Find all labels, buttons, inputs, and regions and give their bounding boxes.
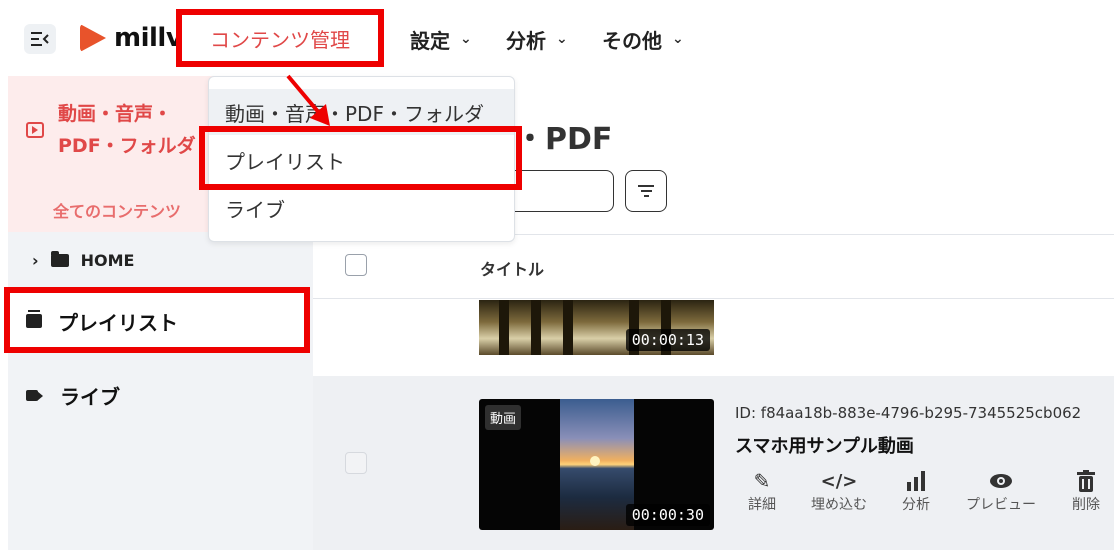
logo-play-icon: [80, 24, 106, 52]
video-camera-icon: [26, 389, 38, 401]
duration-badge: 00:00:13: [625, 329, 710, 351]
logo[interactable]: millv: [80, 20, 180, 56]
trash-icon: [1077, 468, 1095, 494]
dropdown-playlist-highlight-box: [199, 126, 522, 190]
top-header: millv コンテンツ管理 設定 ⌄ 分析 ⌄ その他 ⌄: [0, 0, 1114, 76]
page-title: ・PDF: [515, 122, 613, 157]
sidebar-item-home-label: HOME: [80, 250, 135, 270]
details-button[interactable]: ✎ 詳細: [722, 468, 802, 514]
content-type-badge: 動画: [485, 405, 522, 430]
sidebar-item-home[interactable]: › HOME: [32, 248, 134, 272]
nav-analytics-label: 分析: [506, 28, 546, 53]
content-title[interactable]: スマホ用サンプル動画: [735, 432, 914, 458]
thumbnail-detail: [590, 456, 600, 466]
nav-content-management[interactable]: コンテンツ管理: [176, 9, 384, 67]
sidebar-item-playlist[interactable]: プレイリスト: [26, 308, 178, 335]
nav-content-management-label: コンテンツ管理: [210, 27, 350, 52]
duration-badge: 00:00:30: [625, 504, 710, 526]
dropdown-item-live[interactable]: ライブ: [209, 185, 514, 231]
table-divider: [313, 298, 1114, 299]
annotation-arrow-icon: [286, 74, 330, 126]
chevron-down-icon: ⌄: [556, 31, 568, 47]
code-icon: </>: [820, 470, 858, 492]
delete-label: 削除: [1072, 497, 1100, 513]
analytics-label: 分析: [902, 497, 930, 513]
thumbnail-detail: [531, 300, 541, 355]
sidebar-item-live-label: ライブ: [60, 384, 120, 409]
row-checkbox[interactable]: [345, 452, 367, 474]
filter-icon: [638, 185, 654, 187]
chevron-right-icon: ›: [32, 250, 39, 270]
chevron-down-icon: ⌄: [672, 31, 684, 47]
delete-button[interactable]: 削除: [1046, 468, 1114, 514]
thumbnail-detail: [563, 300, 573, 355]
pencil-icon: ✎: [753, 469, 771, 493]
filter-icon-line: [643, 195, 649, 197]
nav-others-label: その他: [602, 28, 662, 53]
video-thumbnail[interactable]: 00:00:13: [479, 300, 714, 355]
chevron-down-icon: ⌄: [460, 31, 472, 47]
folder-icon: [50, 250, 69, 267]
dropdown-item-media-label: 動画・音声・PDF・フォルダ: [225, 101, 484, 126]
menu-collapse-icon: [31, 32, 49, 46]
sidebar-item-live[interactable]: ライブ: [26, 382, 120, 409]
nav-analytics[interactable]: 分析 ⌄: [506, 24, 568, 54]
bar-chart-icon: [905, 468, 927, 494]
preview-label: プレビュー: [966, 497, 1036, 513]
filter-icon-line: [640, 190, 652, 192]
thumbnail-detail: [499, 300, 509, 355]
details-label: 詳細: [748, 497, 776, 513]
nav-settings[interactable]: 設定 ⌄: [410, 24, 472, 54]
nav-settings-label: 設定: [410, 28, 450, 53]
sidebar-all-contents-link[interactable]: 全てのコンテンツ: [53, 198, 181, 222]
nav-others[interactable]: その他 ⌄: [602, 24, 684, 54]
analytics-button[interactable]: 分析: [876, 468, 956, 514]
sidebar-item-playlist-label: プレイリスト: [58, 310, 178, 335]
column-header-title: タイトル: [480, 260, 545, 279]
preview-button[interactable]: プレビュー: [961, 468, 1041, 514]
menu-collapse-button[interactable]: [24, 24, 56, 54]
video-thumbnail[interactable]: 動画 00:00:30: [479, 399, 714, 530]
filter-button[interactable]: [625, 170, 667, 212]
eye-icon: [989, 468, 1013, 494]
content-id: ID: f84aa18b-883e-4796-b295-7345525cb062: [735, 404, 1082, 422]
dropdown-item-live-label: ライブ: [225, 197, 285, 222]
playlist-icon: [26, 310, 42, 328]
embed-button[interactable]: </> 埋め込む: [799, 468, 879, 514]
media-library-icon: [26, 122, 44, 138]
embed-label: 埋め込む: [811, 497, 867, 513]
logo-text: millv: [114, 23, 180, 53]
select-all-checkbox[interactable]: [345, 254, 367, 276]
